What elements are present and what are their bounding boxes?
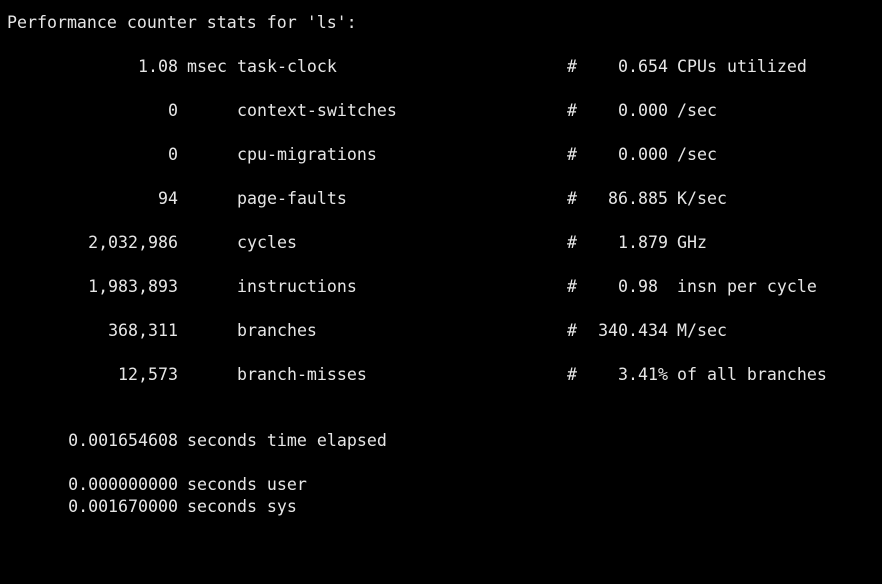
user-value: 0.000000000	[68, 475, 178, 494]
sys-value: 0.001670000	[68, 497, 178, 516]
stat-value: 12,573	[118, 365, 178, 384]
metric-value: 0.000	[618, 145, 668, 164]
terminal-window[interactable]: Performance counter stats for 'ls': 1.08…	[0, 0, 882, 548]
stat-row-context-switches: 0 context-switches # 0.000 /sec	[7, 100, 882, 122]
stat-value: 0	[168, 145, 178, 164]
stat-event: instructions	[237, 277, 357, 296]
metric-value: 0.000	[618, 101, 668, 120]
comment-hash: #	[567, 277, 577, 296]
metric-unit: K/sec	[677, 189, 727, 208]
metric-unit: /sec	[677, 145, 717, 164]
comment-hash: #	[567, 101, 577, 120]
comment-hash: #	[567, 57, 577, 76]
metric-value: 340.434	[598, 321, 668, 340]
stat-row-instructions: 1,983,893 instructions # 0.98 insn per c…	[7, 276, 882, 298]
elapsed-label: seconds time elapsed	[187, 431, 387, 450]
stat-row-task-clock: 1.08 msec task-clock # 0.654 CPUs utiliz…	[7, 56, 882, 78]
metric-unit: GHz	[677, 233, 707, 252]
stat-event: branch-misses	[237, 365, 367, 384]
metric-unit: insn per cycle	[677, 277, 817, 296]
metric-value: 0.654	[618, 57, 668, 76]
elapsed-value: 0.001654608	[68, 431, 178, 450]
stat-unit: msec	[187, 57, 227, 76]
metric-value: 0.98	[618, 277, 668, 296]
stat-value: 1.08	[138, 57, 178, 76]
stat-value: 94	[158, 189, 178, 208]
stats-header: Performance counter stats for 'ls':	[7, 13, 357, 32]
comment-hash: #	[567, 321, 577, 340]
stat-row-cycles: 2,032,986 cycles # 1.879 GHz	[7, 232, 882, 254]
stat-event: context-switches	[237, 101, 397, 120]
stat-value: 2,032,986	[88, 233, 178, 252]
stat-event: page-faults	[237, 189, 347, 208]
comment-hash: #	[567, 233, 577, 252]
time-user-line: 0.000000000 seconds user	[7, 474, 882, 496]
metric-unit: CPUs utilized	[677, 57, 807, 76]
comment-hash: #	[567, 189, 577, 208]
metric-unit: of all branches	[677, 365, 827, 384]
stat-value: 0	[168, 101, 178, 120]
metric-unit: M/sec	[677, 321, 727, 340]
stat-event: cycles	[237, 233, 297, 252]
stat-row-branches: 368,311 branches # 340.434 M/sec	[7, 320, 882, 342]
stat-row-page-faults: 94 page-faults # 86.885 K/sec	[7, 188, 882, 210]
time-sys-line: 0.001670000 seconds sys	[7, 496, 882, 518]
sys-label: seconds sys	[187, 497, 297, 516]
metric-value: 3.41%	[618, 365, 668, 384]
time-elapsed-line: 0.001654608 seconds time elapsed	[7, 430, 882, 452]
user-label: seconds user	[187, 475, 307, 494]
stat-value: 1,983,893	[88, 277, 178, 296]
metric-unit: /sec	[677, 101, 717, 120]
comment-hash: #	[567, 145, 577, 164]
metric-value: 86.885	[608, 189, 668, 208]
stat-row-branch-misses: 12,573 branch-misses # 3.41% of all bran…	[7, 364, 882, 386]
stat-event: branches	[237, 321, 317, 340]
stat-row-cpu-migrations: 0 cpu-migrations # 0.000 /sec	[7, 144, 882, 166]
stat-event: cpu-migrations	[237, 145, 377, 164]
metric-value: 1.879	[618, 233, 668, 252]
stat-value: 368,311	[108, 321, 178, 340]
stat-event: task-clock	[237, 57, 337, 76]
comment-hash: #	[567, 365, 577, 384]
